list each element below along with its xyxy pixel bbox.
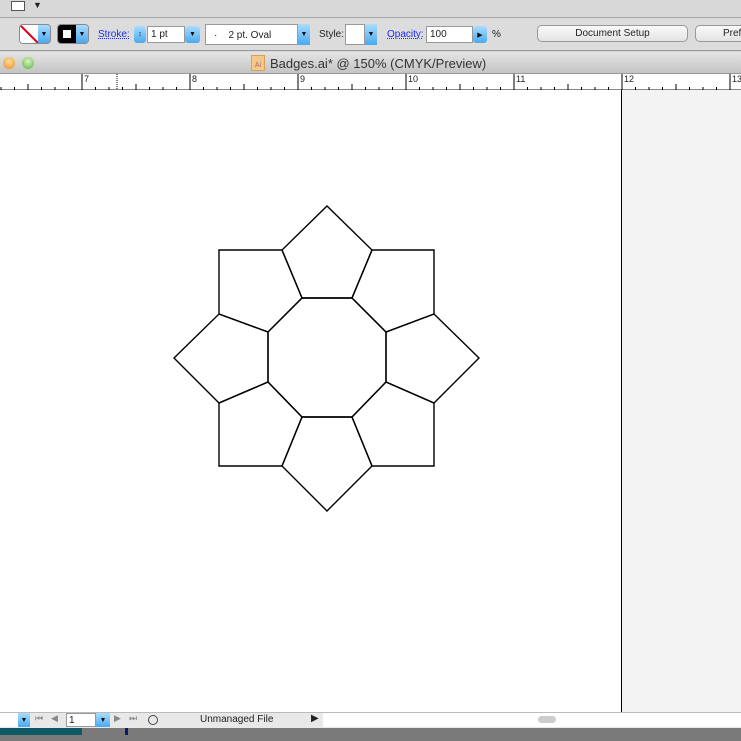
artboard-dropdown[interactable]: ▼ (96, 713, 110, 727)
artboard-number-input[interactable]: 1 (66, 713, 96, 727)
petal (218, 381, 303, 467)
file-status: Unmanaged File (200, 714, 274, 725)
next-artboard-button[interactable]: ▶ (114, 713, 121, 724)
status-bar: ▼ ⏮ ◀ 1 ▼ ▶ ⏭ Unmanaged File ▶ (0, 712, 741, 728)
zoom-field[interactable] (0, 713, 18, 727)
scroll-thumb[interactable] (538, 716, 556, 723)
previous-artboard-button[interactable]: ◀ (51, 713, 58, 724)
petal (385, 313, 480, 404)
petal (218, 249, 303, 333)
version-cue-icon[interactable] (148, 715, 158, 725)
status-menu-arrow[interactable]: ▶ (311, 713, 319, 724)
dock-strip (0, 728, 741, 741)
zoom-dropdown[interactable]: ▼ (18, 713, 30, 727)
octagon-center (267, 297, 387, 418)
petal (351, 249, 435, 333)
first-artboard-button[interactable]: ⏮ (35, 713, 43, 724)
horizontal-scrollbar[interactable] (323, 713, 741, 727)
petal (351, 381, 435, 467)
last-artboard-button[interactable]: ⏭ (129, 713, 137, 724)
badge-artwork[interactable] (0, 0, 741, 741)
